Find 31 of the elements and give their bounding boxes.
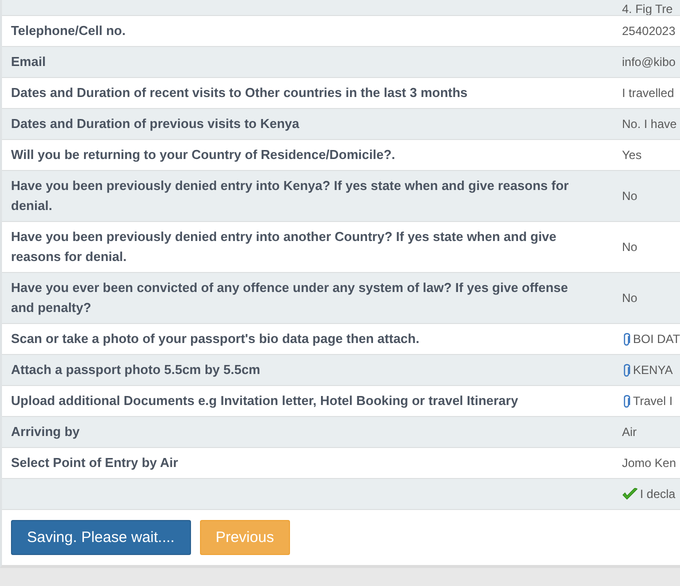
attachment-link[interactable]: Travel I	[633, 391, 673, 411]
field-label: Have you been previously denied entry into Kenya? If yes state when and give reasons for denial.	[11, 177, 570, 215]
attachment-link[interactable]: KENYA	[633, 360, 673, 380]
field-label: Dates and Duration of previous visits to Kenya	[11, 115, 300, 133]
declaration-text: I decla	[640, 486, 676, 503]
field-label: Will you be returning to your Country of Residence/Domicile?.	[11, 146, 396, 164]
field-label: Attach a passport photo 5.5cm by 5.5cm	[11, 361, 260, 379]
field-value: No	[622, 188, 638, 205]
field-label: Scan or take a photo of your passport's bio data page then attach.	[11, 330, 420, 348]
paperclip-icon	[622, 332, 631, 346]
field-value: 25402023	[622, 23, 676, 40]
field-value: No	[622, 290, 638, 307]
field-label: Select Point of Entry by Air	[11, 454, 178, 472]
field-label: Dates and Duration of recent visits to Other countries in the last 3 months	[11, 84, 468, 102]
field-value: I travelled	[622, 85, 674, 102]
field-value: No	[622, 239, 638, 256]
attachment-link[interactable]: BOI DAT	[633, 329, 680, 349]
field-label: Upload additional Documents e.g Invitation letter, Hotel Booking or travel Itinerary	[11, 392, 518, 410]
field-label: Telephone/Cell no.	[11, 22, 126, 40]
paperclip-icon	[622, 394, 631, 408]
field-label: Have you been previously denied entry into another Country? If yes state when and give reasons for denial.	[11, 228, 558, 266]
field-label: Email	[11, 53, 46, 71]
field-value: Air	[622, 424, 637, 441]
field-label: Arriving by	[11, 423, 80, 441]
field-value: Jomo Ken	[622, 455, 676, 472]
save-button[interactable]: Saving. Please wait....	[11, 520, 191, 555]
field-value: No. I have	[622, 116, 677, 133]
field-value: info@kibo	[622, 54, 676, 71]
paperclip-icon	[622, 362, 631, 378]
field-value: Yes	[622, 147, 642, 164]
field-label: Have you ever been convicted of any offence under any system of law? If yes give offense and penalty?	[11, 279, 570, 317]
